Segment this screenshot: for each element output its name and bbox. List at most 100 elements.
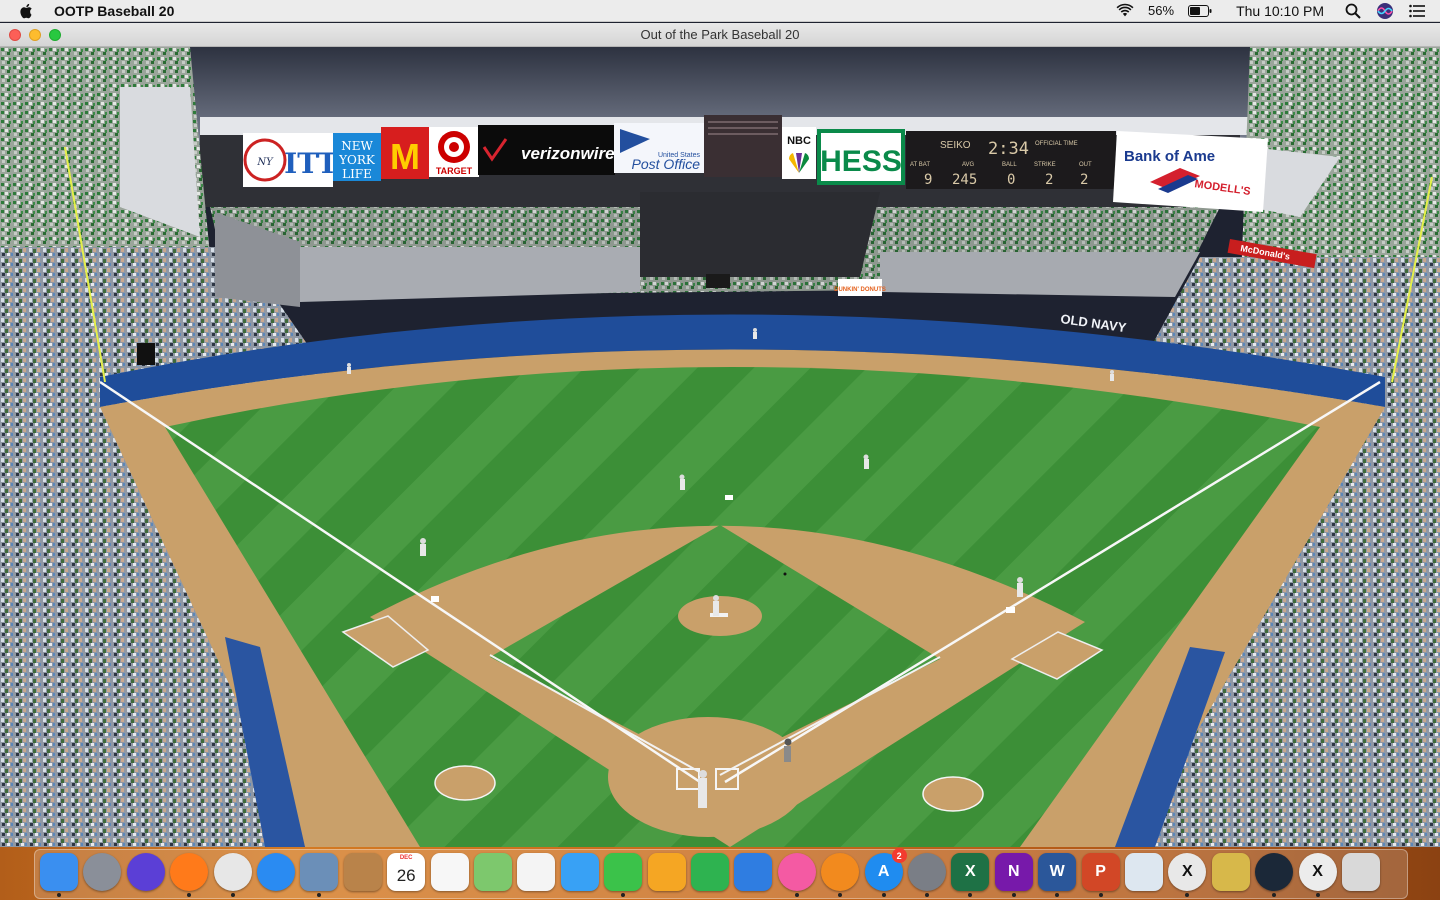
dock-excel-icon[interactable]: X [951,853,990,891]
dock-contacts-icon[interactable] [343,853,382,891]
dock-appstore-icon[interactable]: A2 [864,848,907,891]
on-deck-circle-left [434,765,496,801]
dock-pages-icon[interactable] [647,853,686,891]
player-third-baseman[interactable] [1017,577,1023,597]
powerpoint-glyph: P [1095,863,1106,880]
dock-preview-icon[interactable] [300,853,339,891]
scoreboard-brand: SEIKO [940,140,971,151]
dock-chrome-icon[interactable] [213,853,252,891]
dock-archive-utility-icon[interactable] [1211,853,1250,891]
close-window-button[interactable] [9,29,21,41]
svg-text:NBC: NBC [787,135,811,147]
dock-numbers-icon[interactable] [691,853,729,891]
billboard-target: TARGET [429,127,479,177]
dock-photos-icon[interactable] [517,853,556,891]
billboard-new-york-life: NEW YORK LIFE [333,133,381,181]
dock-safari-icon[interactable] [257,853,295,891]
svg-text:HESS: HESS [820,145,902,178]
svg-text:NY: NY [256,157,274,168]
player-first-baseman[interactable] [420,538,426,556]
billboard-mcdonalds: M [381,127,429,179]
dock-messages-icon[interactable] [560,853,599,891]
dock-trash-icon[interactable] [1342,853,1380,891]
right-field-wall-structure [880,252,1200,297]
dock-maps-icon[interactable] [474,853,512,891]
player-shortstop[interactable] [863,454,870,470]
menubar-clock[interactable]: Thu 10:10 PM [1236,3,1324,19]
ad-dunkin-donuts: DUNKIN' DONUTS [834,279,886,296]
player-pitcher[interactable] [713,595,719,616]
game-3d-viewport[interactable]: NY ITT NEW YORK LIFE M TARGET verizonwir… [0,47,1440,847]
spotlight-search-icon[interactable] [1344,2,1362,20]
dock-xcode-installer-icon[interactable] [1125,853,1163,891]
dock-reminders-icon[interactable] [430,853,469,891]
battery-percent[interactable]: 56% [1148,3,1174,18]
left-field-wall-structure [300,247,640,302]
dock-keynote-icon[interactable] [734,853,773,891]
player-second-baseman[interactable] [679,474,686,491]
dock: DEC 26 A 2 X N W P X X [0,847,1440,900]
dock-onenote-icon[interactable]: N [994,853,1033,891]
appstore-glyph: A [877,863,890,880]
svg-text:Post Office: Post Office [632,156,701,172]
dock-siri-icon[interactable] [126,853,165,891]
billboard-verizon: verizonwirel [478,125,621,175]
at-bat-value: 9 [924,172,932,188]
dock-itunes-icon[interactable] [777,853,816,891]
dock-finder-icon[interactable] [40,853,78,891]
menu-bar: OOTP Baseball 20 56% Thu 10:10 PM [0,0,1440,22]
dock-firefox-icon[interactable] [170,853,209,891]
at-bat-label: AT BAT [910,162,930,168]
player-right-fielder[interactable] [1110,370,1114,381]
dock-word-icon[interactable]: W [1038,853,1077,891]
dock-running-indicator [1098,893,1103,897]
dock-steam-icon[interactable] [1255,853,1294,891]
billboard-hess: HESS [817,129,905,185]
third-base [1006,607,1015,613]
strike-value: 2 [1045,172,1053,188]
svg-text:DUNKIN' DONUTS: DUNKIN' DONUTS [834,287,886,293]
billboard-itt: ITT [284,133,338,187]
center-field-clock-board [704,115,782,177]
on-deck-circle-right [922,776,984,812]
player-center-fielder[interactable] [753,328,757,339]
third-base-cutout [936,583,1020,627]
dock-running-indicator [1315,893,1320,897]
battery-icon[interactable] [1188,4,1212,17]
ootp-20-glyph: X [1312,863,1323,880]
player-batter[interactable] [784,738,792,763]
stadium-scene[interactable]: NY ITT NEW YORK LIFE M TARGET verizonwir… [0,47,1440,847]
dock-ootp-20-icon[interactable]: X [1298,853,1337,891]
siri-icon[interactable] [1376,2,1394,20]
ball-label: BALL [1002,162,1017,168]
dock-books-icon[interactable] [821,853,860,891]
calendar-day: 26 [396,866,416,885]
strike-label: STRIKE [1034,162,1056,168]
second-base [725,495,733,500]
wifi-icon[interactable] [1116,2,1134,20]
ball-value: 0 [1007,172,1015,188]
billboard-nbc: NBC [782,127,816,179]
out-label: OUT [1079,162,1092,168]
dock-running-indicator [1011,893,1016,897]
svg-text:NEW: NEW [341,139,373,153]
dock-calendar-icon[interactable]: DEC 26 [387,853,426,891]
fullscreen-window-button[interactable] [49,29,61,41]
avg-label: AVG [962,162,975,168]
apple-menu-icon[interactable] [18,2,36,20]
dock-system-preferences-icon[interactable] [908,853,946,891]
svg-text:M: M [390,136,420,177]
player-left-fielder[interactable] [347,363,351,374]
scoreboard-time: 2:34 [988,139,1029,159]
active-app-name[interactable]: OOTP Baseball 20 [54,3,174,19]
window-title-bar[interactable]: Out of the Park Baseball 20 [0,23,1440,47]
billboard-bank-of-america: Bank of Ame MODELL'S [1113,131,1268,212]
first-base [431,596,439,602]
dock-powerpoint-icon[interactable]: P [1081,853,1120,891]
notification-center-icon[interactable] [1408,2,1426,20]
onenote-glyph: N [1008,863,1020,880]
word-glyph: W [1049,863,1065,880]
dock-facetime-icon[interactable] [604,853,643,891]
dock-running-indicator [230,893,235,897]
minimize-window-button[interactable] [29,29,41,41]
